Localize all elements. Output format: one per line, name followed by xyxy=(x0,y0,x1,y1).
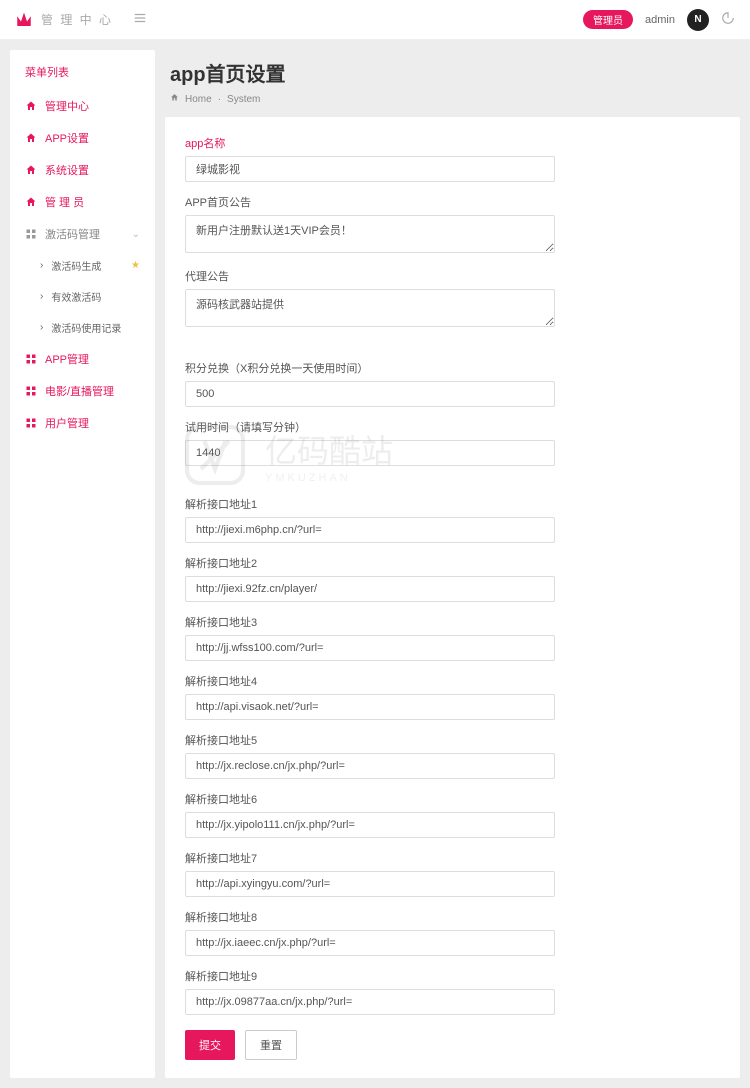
points-input[interactable] xyxy=(185,381,555,407)
parse2-input[interactable] xyxy=(185,576,555,602)
sidebar-item-label: APP管理 xyxy=(45,351,89,367)
sidebar-item-label: 管 理 员 xyxy=(45,194,84,210)
avatar[interactable]: N xyxy=(687,9,709,31)
sidebar-item-label: 系统设置 xyxy=(45,162,89,178)
sidebar-item-label: 激活码生成 xyxy=(51,258,101,273)
parse3-input[interactable] xyxy=(185,635,555,661)
sidebar-item-label: 电影/直播管理 xyxy=(45,383,114,399)
sidebar-group-activation[interactable]: 激活码管理 ⌄ xyxy=(10,218,155,250)
home-icon xyxy=(25,164,37,176)
submit-button[interactable]: 提交 xyxy=(185,1030,235,1060)
parse1-label: 解析接口地址1 xyxy=(185,496,720,512)
chevron-down-icon: ⌄ xyxy=(132,229,140,240)
breadcrumb-current: System xyxy=(227,94,260,105)
parse8-label: 解析接口地址8 xyxy=(185,909,720,925)
sidebar-item-app-settings[interactable]: APP设置 xyxy=(10,122,155,154)
sidebar-item-label: APP设置 xyxy=(45,130,89,146)
breadcrumb: Home · System xyxy=(165,91,740,117)
agent-label: 代理公告 xyxy=(185,268,720,284)
sidebar-subitem-records[interactable]: › 激活码使用记录 xyxy=(10,312,155,343)
app-name-input[interactable] xyxy=(185,156,555,182)
logo-icon xyxy=(15,11,33,29)
trial-label: 试用时间（请填写分钟） xyxy=(185,419,720,435)
star-icon: ★ xyxy=(131,260,140,271)
home-icon xyxy=(25,100,37,112)
home-icon xyxy=(25,196,37,208)
parse3-label: 解析接口地址3 xyxy=(185,614,720,630)
sidebar-item-label: 激活码使用记录 xyxy=(51,320,121,335)
parse9-label: 解析接口地址9 xyxy=(185,968,720,984)
sidebar-subitem-generate[interactable]: › 激活码生成 ★ xyxy=(10,250,155,281)
parse1-input[interactable] xyxy=(185,517,555,543)
parse4-input[interactable] xyxy=(185,694,555,720)
menu-toggle-icon[interactable] xyxy=(133,11,147,28)
sidebar-item-system-settings[interactable]: 系统设置 xyxy=(10,154,155,186)
sidebar-title: 菜单列表 xyxy=(10,60,155,90)
parse7-label: 解析接口地址7 xyxy=(185,850,720,866)
sidebar-subitem-valid[interactable]: › 有效激活码 xyxy=(10,281,155,312)
chevron-right-icon: › xyxy=(40,260,43,271)
parse6-input[interactable] xyxy=(185,812,555,838)
sidebar-item-admin[interactable]: 管 理 员 xyxy=(10,186,155,218)
sidebar-item-dashboard[interactable]: 管理中心 xyxy=(10,90,155,122)
brand-text: 管 理 中 心 xyxy=(41,11,113,28)
sidebar-item-media-manage[interactable]: 电影/直播管理 xyxy=(10,375,155,407)
role-badge: 管理员 xyxy=(583,10,633,29)
sidebar-item-app-manage[interactable]: APP管理 xyxy=(10,343,155,375)
sidebar-item-label: 有效激活码 xyxy=(51,289,101,304)
parse5-label: 解析接口地址5 xyxy=(185,732,720,748)
username[interactable]: admin xyxy=(645,14,675,26)
home-icon xyxy=(25,132,37,144)
logo[interactable]: 管 理 中 心 xyxy=(15,11,113,29)
parse7-input[interactable] xyxy=(185,871,555,897)
sidebar-item-label: 用户管理 xyxy=(45,415,89,431)
parse8-input[interactable] xyxy=(185,930,555,956)
main-content: app首页设置 Home · System app名称 APP首页公告 新用户注… xyxy=(165,50,740,1078)
sidebar-item-user-manage[interactable]: 用户管理 xyxy=(10,407,155,439)
announce-label: APP首页公告 xyxy=(185,194,720,210)
parse6-label: 解析接口地址6 xyxy=(185,791,720,807)
parse4-label: 解析接口地址4 xyxy=(185,673,720,689)
parse2-label: 解析接口地址2 xyxy=(185,555,720,571)
trial-input[interactable] xyxy=(185,440,555,466)
home-icon xyxy=(170,93,179,105)
grid-icon xyxy=(25,385,37,397)
page-title: app首页设置 xyxy=(165,50,740,91)
sidebar-item-label: 激活码管理 xyxy=(45,226,100,242)
points-label: 积分兑换（X积分兑换一天使用时间） xyxy=(185,360,720,376)
form-card: app名称 APP首页公告 新用户注册默认送1天VIP会员！ 代理公告 源码核武… xyxy=(165,117,740,1078)
sidebar: 菜单列表 管理中心 APP设置 系统设置 管 理 员 激活码管理 ⌄ › 激活码… xyxy=(10,50,155,1078)
reset-button[interactable]: 重置 xyxy=(245,1030,297,1060)
chevron-right-icon: › xyxy=(40,291,43,302)
announce-textarea[interactable]: 新用户注册默认送1天VIP会员！ xyxy=(185,215,555,253)
agent-textarea[interactable]: 源码核武器站提供 xyxy=(185,289,555,327)
app-name-label: app名称 xyxy=(185,135,720,151)
grid-icon xyxy=(25,228,37,240)
breadcrumb-sep: · xyxy=(218,94,221,105)
chevron-right-icon: › xyxy=(40,322,43,333)
parse9-input[interactable] xyxy=(185,989,555,1015)
breadcrumb-home[interactable]: Home xyxy=(185,94,212,105)
topbar: 管 理 中 心 管理员 admin N xyxy=(0,0,750,40)
grid-icon xyxy=(25,353,37,365)
logout-icon[interactable] xyxy=(721,11,735,28)
parse5-input[interactable] xyxy=(185,753,555,779)
sidebar-item-label: 管理中心 xyxy=(45,98,89,114)
grid-icon xyxy=(25,417,37,429)
